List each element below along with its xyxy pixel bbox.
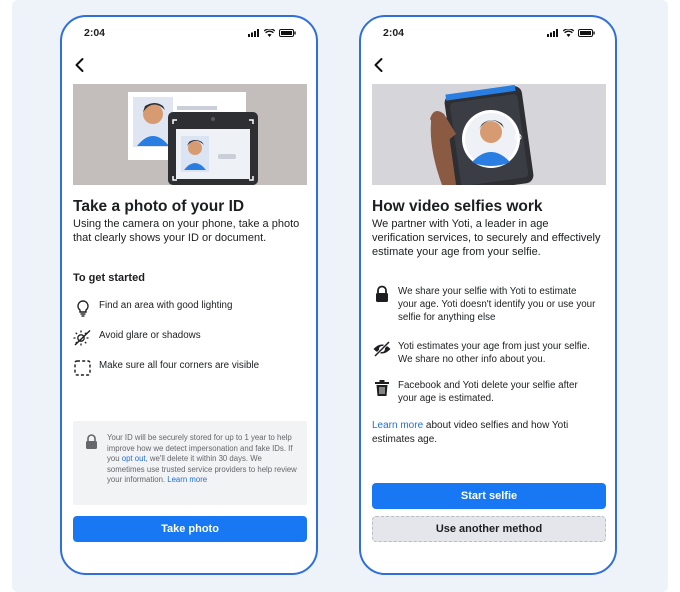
use-another-method-button[interactable]: Use another method — [372, 516, 606, 542]
privacy-text: Your ID will be securely stored for up t… — [107, 433, 299, 486]
tip-glare: Avoid glare or shadows — [73, 329, 201, 347]
page-description: We partner with Yoti, a leader in age ve… — [372, 218, 601, 258]
status-time: 2:04 — [383, 27, 405, 39]
point-share: We share your selfie with Yoti to estima… — [372, 285, 598, 324]
tip-label: Avoid glare or shadows — [99, 330, 201, 341]
signal-icon — [248, 29, 259, 37]
learn-more-paragraph: Learn more about video selfies and how Y… — [372, 419, 604, 446]
eye-slash-icon — [373, 340, 391, 358]
point-label: Yoti estimates your age from just your s… — [398, 341, 590, 365]
tip-label: Make sure all four corners are visible — [99, 360, 260, 371]
battery-icon — [279, 29, 296, 37]
start-selfie-button[interactable]: Start selfie — [372, 483, 606, 509]
page-title: How video selfies work — [372, 198, 543, 215]
point-estimate: Yoti estimates your age from just your s… — [372, 340, 598, 366]
back-chevron-icon[interactable] — [72, 57, 88, 73]
page-description: Using the camera on your phone, take a p… — [73, 218, 300, 244]
status-time: 2:04 — [84, 27, 106, 39]
privacy-notice: Your ID will be securely stored for up t… — [73, 421, 307, 505]
wifi-icon — [563, 29, 574, 37]
selfie-illustration — [372, 84, 606, 185]
learn-more-link[interactable]: Learn more — [167, 475, 207, 484]
learn-more-link[interactable]: Learn more — [372, 420, 423, 431]
tip-corners: Make sure all four corners are visible — [73, 359, 259, 377]
phone-take-id-photo: 2:04 Take a photo of your ID Using the c… — [60, 15, 318, 575]
lock-icon — [86, 434, 97, 449]
phone-video-selfie: 2:04 How video selfies work We partner w… — [359, 15, 617, 575]
point-label: We share your selfie with Yoti to estima… — [398, 286, 596, 323]
lightbulb-icon — [77, 300, 89, 317]
point-label: Facebook and Yoti delete your selfie aft… — [398, 380, 578, 404]
page-title: Take a photo of your ID — [73, 198, 245, 215]
status-bar: 2:04 — [84, 27, 296, 43]
opt-out-link[interactable]: opt out — [122, 454, 146, 463]
take-photo-button[interactable]: Take photo — [73, 516, 307, 542]
corners-frame-icon — [74, 360, 91, 376]
point-delete: Facebook and Yoti delete your selfie aft… — [372, 379, 598, 405]
id-photo-illustration — [73, 84, 307, 185]
back-chevron-icon[interactable] — [371, 57, 387, 73]
battery-icon — [578, 29, 595, 37]
signal-icon — [547, 29, 558, 37]
wifi-icon — [264, 29, 275, 37]
lock-icon — [376, 285, 388, 302]
status-bar: 2:04 — [383, 27, 595, 43]
tip-label: Find an area with good lighting — [99, 300, 233, 311]
trash-icon — [375, 380, 389, 396]
section-heading: To get started — [73, 272, 145, 284]
no-glare-icon — [73, 329, 91, 346]
tip-lighting: Find an area with good lighting — [73, 299, 232, 317]
